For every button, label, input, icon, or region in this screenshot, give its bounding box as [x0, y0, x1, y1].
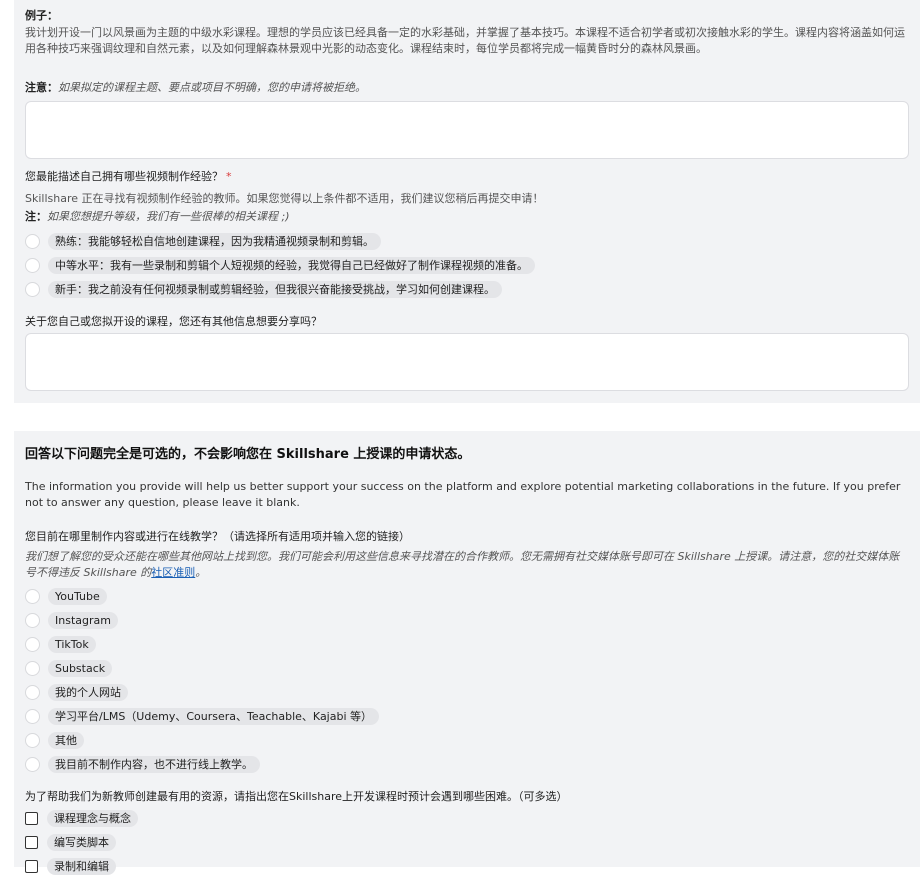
radio-button[interactable] [25, 257, 40, 273]
course-topic-textarea[interactable] [25, 101, 909, 159]
platform-option-label: 其他 [48, 731, 84, 749]
platform-option-label: TikTok [48, 635, 96, 653]
platform-option[interactable]: 我的个人网站 [25, 683, 128, 701]
video-note: 注：如果您想提升等级，我们有一些很棒的相关课程 ;) [25, 209, 909, 224]
difficulty-option[interactable]: 编写类脚本 [25, 833, 116, 851]
difficulty-option-label: 编写类脚本 [47, 833, 116, 851]
video-description: Skillshare 正在寻找有视频制作经验的教师。如果您觉得以上条件都不适用，… [25, 192, 544, 205]
video-option-label: 新手：我之前没有任何视频录制或剪辑经验，但我很兴奋能接受挑战，学习如何创建课程。 [48, 280, 502, 298]
video-question-label: 您最能描述自己拥有哪些视频制作经验？ [25, 170, 223, 183]
difficulty-option[interactable]: 课程理念与概念 [25, 809, 138, 827]
difficulty-option-label: 录制和编辑 [47, 857, 116, 875]
note-label: 注意： [25, 81, 58, 94]
platform-option[interactable]: Instagram [25, 611, 118, 629]
option-toggle[interactable] [25, 756, 40, 772]
platform-option[interactable]: TikTok [25, 635, 96, 653]
option-toggle[interactable] [25, 588, 40, 604]
checkbox[interactable] [25, 859, 38, 873]
difficulty-option-label: 课程理念与概念 [47, 809, 138, 827]
video-option-label: 中等水平：我有一些录制和剪辑个人短视频的经验，我觉得自己已经做好了制作课程视频的… [48, 256, 535, 274]
required-mark: * [226, 170, 232, 183]
checkbox[interactable] [25, 835, 38, 849]
example-text: 我计划开设一门以风景画为主题的中级水彩课程。理想的学员应该已经具备一定的水彩基础… [25, 26, 905, 55]
video-option[interactable]: 新手：我之前没有任何视频录制或剪辑经验，但我很兴奋能接受挑战，学习如何创建课程。 [25, 280, 502, 298]
platform-option[interactable]: 我目前不制作内容，也不进行线上教学。 [25, 755, 260, 773]
optional-intro: The information you provide will help us… [25, 480, 901, 509]
platform-option[interactable]: Substack [25, 659, 113, 677]
platform-option-label: 我目前不制作内容，也不进行线上教学。 [48, 755, 260, 773]
note-text: 如果拟定的课程主题、要点或项目不明确，您的申请将被拒绝。 [58, 81, 366, 94]
platform-question: 您目前在哪里制作内容或进行在线教学？（请选择所有适用项并输入您的链接） [25, 530, 410, 543]
example-label: 例子： [25, 9, 58, 22]
radio-button[interactable] [25, 233, 40, 249]
application-card-1: 例子： 我计划开设一门以风景画为主题的中级水彩课程。理想的学员应该已经具备一定的… [14, 0, 920, 403]
extra-info-question: 关于您自己或您拟开设的课程，您还有其他信息想要分享吗？ [25, 315, 322, 328]
video-option[interactable]: 中等水平：我有一些录制和剪辑个人短视频的经验，我觉得自己已经做好了制作课程视频的… [25, 256, 535, 274]
extra-info-textarea[interactable] [25, 333, 909, 391]
note-row: 注意：如果拟定的课程主题、要点或项目不明确，您的申请将被拒绝。 [25, 80, 909, 95]
option-toggle[interactable] [25, 660, 40, 676]
platform-description: 我们想了解您的受众还能在哪些其他网站上找到您。我们可能会利用这些信息来寻找潜在的… [25, 549, 909, 581]
option-toggle[interactable] [25, 612, 40, 628]
platform-option-label: 学习平台/LMS（Udemy、Coursera、Teachable、Kajabi… [48, 707, 380, 725]
difficulty-question: 为了帮助我们为新教师创建最有用的资源，请指出您在Skillshare上开发课程时… [25, 790, 568, 803]
video-option[interactable]: 熟练：我能够轻松自信地创建课程，因为我精通视频录制和剪辑。 [25, 232, 381, 250]
video-note-label: 注： [25, 210, 47, 223]
community-guidelines-link[interactable]: 社区准则 [151, 566, 195, 579]
platform-description-end: 。 [195, 566, 207, 579]
platform-option[interactable]: YouTube [25, 587, 107, 605]
video-option-label: 熟练：我能够轻松自信地创建课程，因为我精通视频录制和剪辑。 [48, 232, 381, 250]
option-toggle[interactable] [25, 636, 40, 652]
platform-option[interactable]: 其他 [25, 731, 84, 749]
platform-option-label: 我的个人网站 [48, 683, 128, 701]
platform-option[interactable]: 学习平台/LMS（Udemy、Coursera、Teachable、Kajabi… [25, 707, 380, 725]
platform-option-label: Instagram [48, 611, 118, 629]
optional-heading: 回答以下问题完全是可选的，不会影响您在 Skillshare 上授课的申请状态。 [25, 447, 471, 462]
optional-card: 回答以下问题完全是可选的，不会影响您在 Skillshare 上授课的申请状态。… [14, 431, 920, 875]
platform-option-label: Substack [48, 659, 113, 677]
platform-option-label: YouTube [48, 587, 107, 605]
option-toggle[interactable] [25, 732, 40, 748]
difficulty-option[interactable]: 录制和编辑 [25, 857, 116, 875]
video-question: 您最能描述自己拥有哪些视频制作经验？ * [25, 169, 909, 184]
checkbox[interactable] [25, 811, 38, 825]
option-toggle[interactable] [25, 684, 40, 700]
option-toggle[interactable] [25, 708, 40, 724]
video-note-text: 如果您想提升等级，我们有一些很棒的相关课程 ;) [47, 210, 290, 223]
radio-button[interactable] [25, 281, 40, 297]
